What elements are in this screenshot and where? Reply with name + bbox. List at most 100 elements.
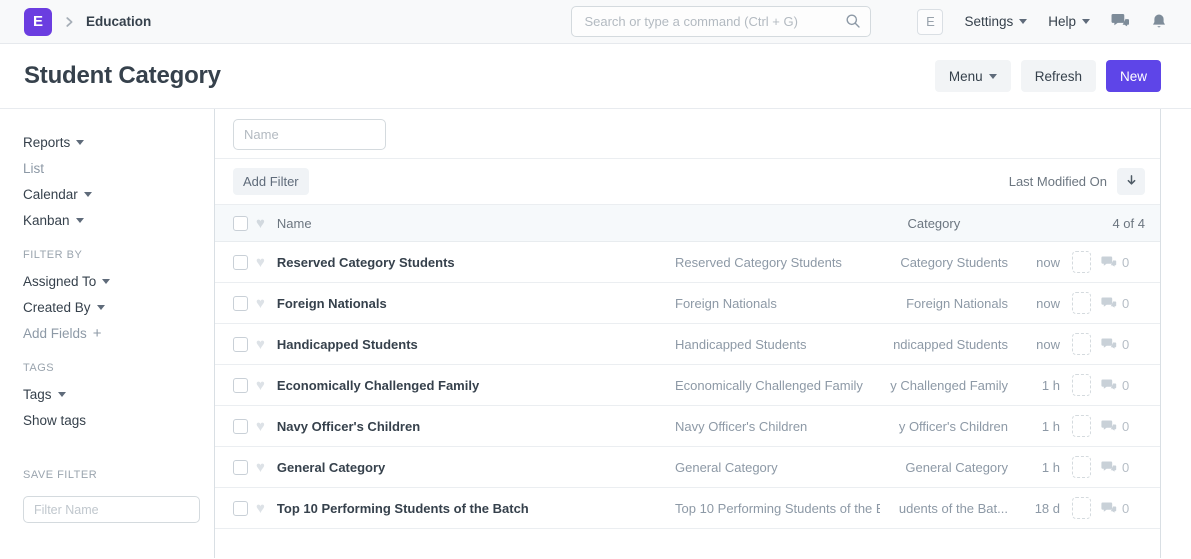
settings-menu[interactable]: Settings bbox=[964, 14, 1027, 29]
row-category: Handicapped Students bbox=[675, 337, 880, 352]
table-row[interactable]: ♥ Reserved Category Students Reserved Ca… bbox=[215, 242, 1160, 283]
row-checkbox[interactable] bbox=[233, 296, 248, 311]
row-modified: 1 h bbox=[1016, 419, 1060, 434]
table-row[interactable]: ♥ General Category General Category Gene… bbox=[215, 447, 1160, 488]
page-title: Student Category bbox=[24, 62, 221, 90]
user-avatar[interactable]: E bbox=[917, 9, 943, 35]
settings-label: Settings bbox=[964, 14, 1013, 29]
comment-icon bbox=[1101, 461, 1117, 474]
search-icon[interactable] bbox=[845, 13, 861, 34]
row-checkbox[interactable] bbox=[233, 460, 248, 475]
add-fields-label: Add Fields bbox=[23, 326, 87, 341]
sidebar-add-fields[interactable]: Add Fields + bbox=[23, 326, 202, 340]
like-icon[interactable]: ♥ bbox=[256, 296, 265, 311]
new-button-label: New bbox=[1120, 69, 1147, 84]
navbar-left: E Education bbox=[24, 8, 151, 36]
sidebar-item-kanban[interactable]: Kanban bbox=[23, 213, 202, 227]
comment-count: 0 bbox=[1101, 419, 1145, 434]
bell-icon[interactable] bbox=[1151, 13, 1167, 30]
add-filter-button[interactable]: Add Filter bbox=[233, 168, 309, 195]
help-menu[interactable]: Help bbox=[1048, 14, 1090, 29]
comment-icon bbox=[1101, 256, 1117, 269]
row-modified: 1 h bbox=[1016, 460, 1060, 475]
assignee-placeholder bbox=[1072, 415, 1091, 437]
caret-down-icon bbox=[84, 192, 92, 197]
comment-icon bbox=[1101, 338, 1117, 351]
sidebar-created-by[interactable]: Created By bbox=[23, 300, 202, 314]
like-icon[interactable]: ♥ bbox=[256, 460, 265, 475]
table-row[interactable]: ♥ Navy Officer's Children Navy Officer's… bbox=[215, 406, 1160, 447]
row-id: udents of the Bat... bbox=[888, 501, 1008, 516]
sort-field-label[interactable]: Last Modified On bbox=[1009, 174, 1107, 189]
sidebar-item-calendar[interactable]: Calendar bbox=[23, 187, 202, 201]
row-name[interactable]: Handicapped Students bbox=[277, 337, 675, 352]
record-count[interactable]: 4 of 4 bbox=[1112, 216, 1145, 231]
select-all-checkbox[interactable] bbox=[233, 216, 248, 231]
sidebar-item-reports[interactable]: Reports bbox=[23, 135, 202, 149]
table-row[interactable]: ♥ Handicapped Students Handicapped Stude… bbox=[215, 324, 1160, 365]
chat-icon[interactable] bbox=[1111, 13, 1130, 30]
sidebar-item-label: Kanban bbox=[23, 213, 70, 228]
table-row[interactable]: ♥ Foreign Nationals Foreign Nationals Fo… bbox=[215, 283, 1160, 324]
sort-selector: Last Modified On bbox=[1009, 168, 1145, 195]
sidebar-item-list[interactable]: List bbox=[23, 161, 202, 175]
caret-down-icon bbox=[97, 305, 105, 310]
chevron-right-icon bbox=[62, 15, 76, 29]
sidebar-tags[interactable]: Tags bbox=[23, 387, 202, 401]
row-id: y Officer's Children bbox=[888, 419, 1008, 434]
sort-direction-button[interactable] bbox=[1117, 168, 1145, 195]
sidebar-assigned-to[interactable]: Assigned To bbox=[23, 274, 202, 288]
tags-label: Tags bbox=[23, 387, 52, 402]
like-icon[interactable]: ♥ bbox=[256, 255, 265, 270]
row-category: Reserved Category Students bbox=[675, 255, 880, 270]
sidebar-show-tags[interactable]: Show tags bbox=[23, 413, 202, 427]
user-initial: E bbox=[926, 14, 935, 29]
row-checkbox[interactable] bbox=[233, 337, 248, 352]
row-name[interactable]: Top 10 Performing Students of the Batch bbox=[277, 501, 675, 516]
row-category: Top 10 Performing Students of the B... bbox=[675, 501, 880, 516]
like-icon[interactable]: ♥ bbox=[256, 337, 265, 352]
row-category: Foreign Nationals bbox=[675, 296, 880, 311]
like-icon[interactable]: ♥ bbox=[256, 378, 265, 393]
refresh-button[interactable]: Refresh bbox=[1021, 60, 1096, 92]
new-button[interactable]: New bbox=[1106, 60, 1161, 92]
breadcrumb[interactable]: Education bbox=[86, 14, 151, 29]
table-row[interactable]: ♥ Economically Challenged Family Economi… bbox=[215, 365, 1160, 406]
like-icon[interactable]: ♥ bbox=[256, 501, 265, 516]
row-checkbox[interactable] bbox=[233, 419, 248, 434]
search-input[interactable] bbox=[571, 6, 871, 37]
row-name[interactable]: Navy Officer's Children bbox=[277, 419, 675, 434]
filter-name-input[interactable] bbox=[23, 496, 200, 523]
row-name[interactable]: Economically Challenged Family bbox=[277, 378, 675, 393]
help-label: Help bbox=[1048, 14, 1076, 29]
row-name[interactable]: Reserved Category Students bbox=[277, 255, 675, 270]
app-logo[interactable]: E bbox=[24, 8, 52, 36]
show-tags-label: Show tags bbox=[23, 413, 86, 428]
row-checkbox[interactable] bbox=[233, 378, 248, 393]
table-row[interactable]: ♥ Top 10 Performing Students of the Batc… bbox=[215, 488, 1160, 529]
comment-count-value: 0 bbox=[1122, 501, 1129, 516]
sort-descending-icon bbox=[1125, 174, 1138, 190]
app-logo-letter: E bbox=[33, 13, 43, 30]
like-icon[interactable]: ♥ bbox=[256, 216, 265, 231]
sidebar-item-label: Reports bbox=[23, 135, 70, 150]
comment-icon bbox=[1101, 297, 1117, 310]
row-checkbox[interactable] bbox=[233, 255, 248, 270]
row-checkbox[interactable] bbox=[233, 501, 248, 516]
row-id: y Challenged Family bbox=[888, 378, 1008, 393]
row-name[interactable]: Foreign Nationals bbox=[277, 296, 675, 311]
caret-down-icon bbox=[58, 392, 66, 397]
assignee-placeholder bbox=[1072, 456, 1091, 478]
name-filter-input[interactable] bbox=[233, 119, 386, 150]
list-header: ♥ Name Category 4 of 4 bbox=[215, 205, 1160, 242]
sidebar-item-label: Calendar bbox=[23, 187, 78, 202]
comment-icon bbox=[1101, 502, 1117, 515]
comment-count: 0 bbox=[1101, 501, 1145, 516]
comment-count-value: 0 bbox=[1122, 460, 1129, 475]
menu-button[interactable]: Menu bbox=[935, 60, 1011, 92]
row-modified: now bbox=[1016, 255, 1060, 270]
like-icon[interactable]: ♥ bbox=[256, 419, 265, 434]
row-name[interactable]: General Category bbox=[277, 460, 675, 475]
comment-count: 0 bbox=[1101, 296, 1145, 311]
navbar: E Education E Settings Help bbox=[0, 0, 1191, 44]
